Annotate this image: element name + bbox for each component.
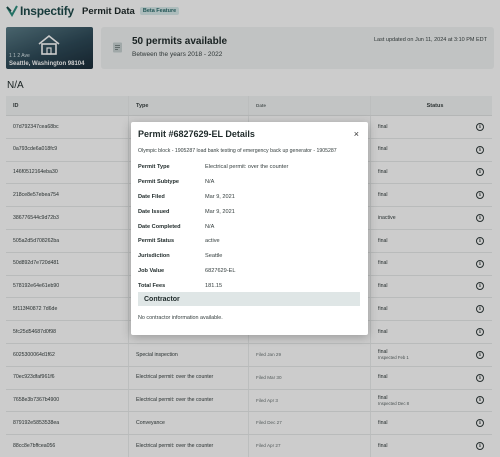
detail-value: Mar 9, 2021 bbox=[205, 193, 235, 200]
detail-label: Permit Subtype bbox=[138, 179, 180, 186]
detail-value: Electrical permit: over the counter bbox=[205, 164, 289, 171]
detail-label: Date Filed bbox=[138, 193, 165, 200]
detail-label: Date Issued bbox=[138, 208, 170, 215]
permit-details-list: Permit Type Electrical permit: over the c… bbox=[138, 160, 362, 293]
detail-value: Mar 9, 2021 bbox=[205, 208, 235, 215]
detail-row: Jurisdiction Seattle bbox=[138, 249, 362, 264]
detail-label: Job Value bbox=[138, 267, 165, 274]
permit-description: Olympic block - 1905287 load bank testin… bbox=[138, 148, 337, 154]
detail-value: N/A bbox=[205, 223, 215, 230]
close-icon[interactable]: × bbox=[354, 130, 359, 139]
detail-row: Date Completed N/A bbox=[138, 219, 362, 234]
detail-label: Permit Type bbox=[138, 164, 170, 171]
detail-row: Total Fees 181.15 bbox=[138, 278, 362, 293]
detail-value: 181.15 bbox=[205, 282, 223, 289]
detail-value: N/A bbox=[205, 179, 215, 186]
detail-value: active bbox=[205, 238, 220, 245]
detail-value: Seattle bbox=[205, 253, 223, 260]
detail-row: Date Issued Mar 9, 2021 bbox=[138, 204, 362, 219]
contractor-section-header: Contractor bbox=[138, 292, 360, 306]
detail-row: Permit Status active bbox=[138, 234, 362, 249]
detail-row: Job Value 6827629-EL bbox=[138, 264, 362, 279]
detail-row: Permit Subtype N/A bbox=[138, 175, 362, 190]
modal-title: Permit #6827629-EL Details bbox=[138, 129, 255, 139]
detail-row: Permit Type Electrical permit: over the c… bbox=[138, 160, 362, 175]
permit-details-modal: Permit #6827629-EL Details × Olympic blo… bbox=[131, 122, 368, 335]
detail-row: Date Filed Mar 9, 2021 bbox=[138, 190, 362, 205]
detail-label: Date Completed bbox=[138, 223, 181, 230]
detail-label: Permit Status bbox=[138, 238, 175, 245]
detail-value: 6827629-EL bbox=[205, 267, 236, 274]
detail-label: Total Fees bbox=[138, 282, 166, 289]
contractor-note: No contractor information available. bbox=[138, 315, 223, 321]
detail-label: Jurisdiction bbox=[138, 253, 170, 260]
